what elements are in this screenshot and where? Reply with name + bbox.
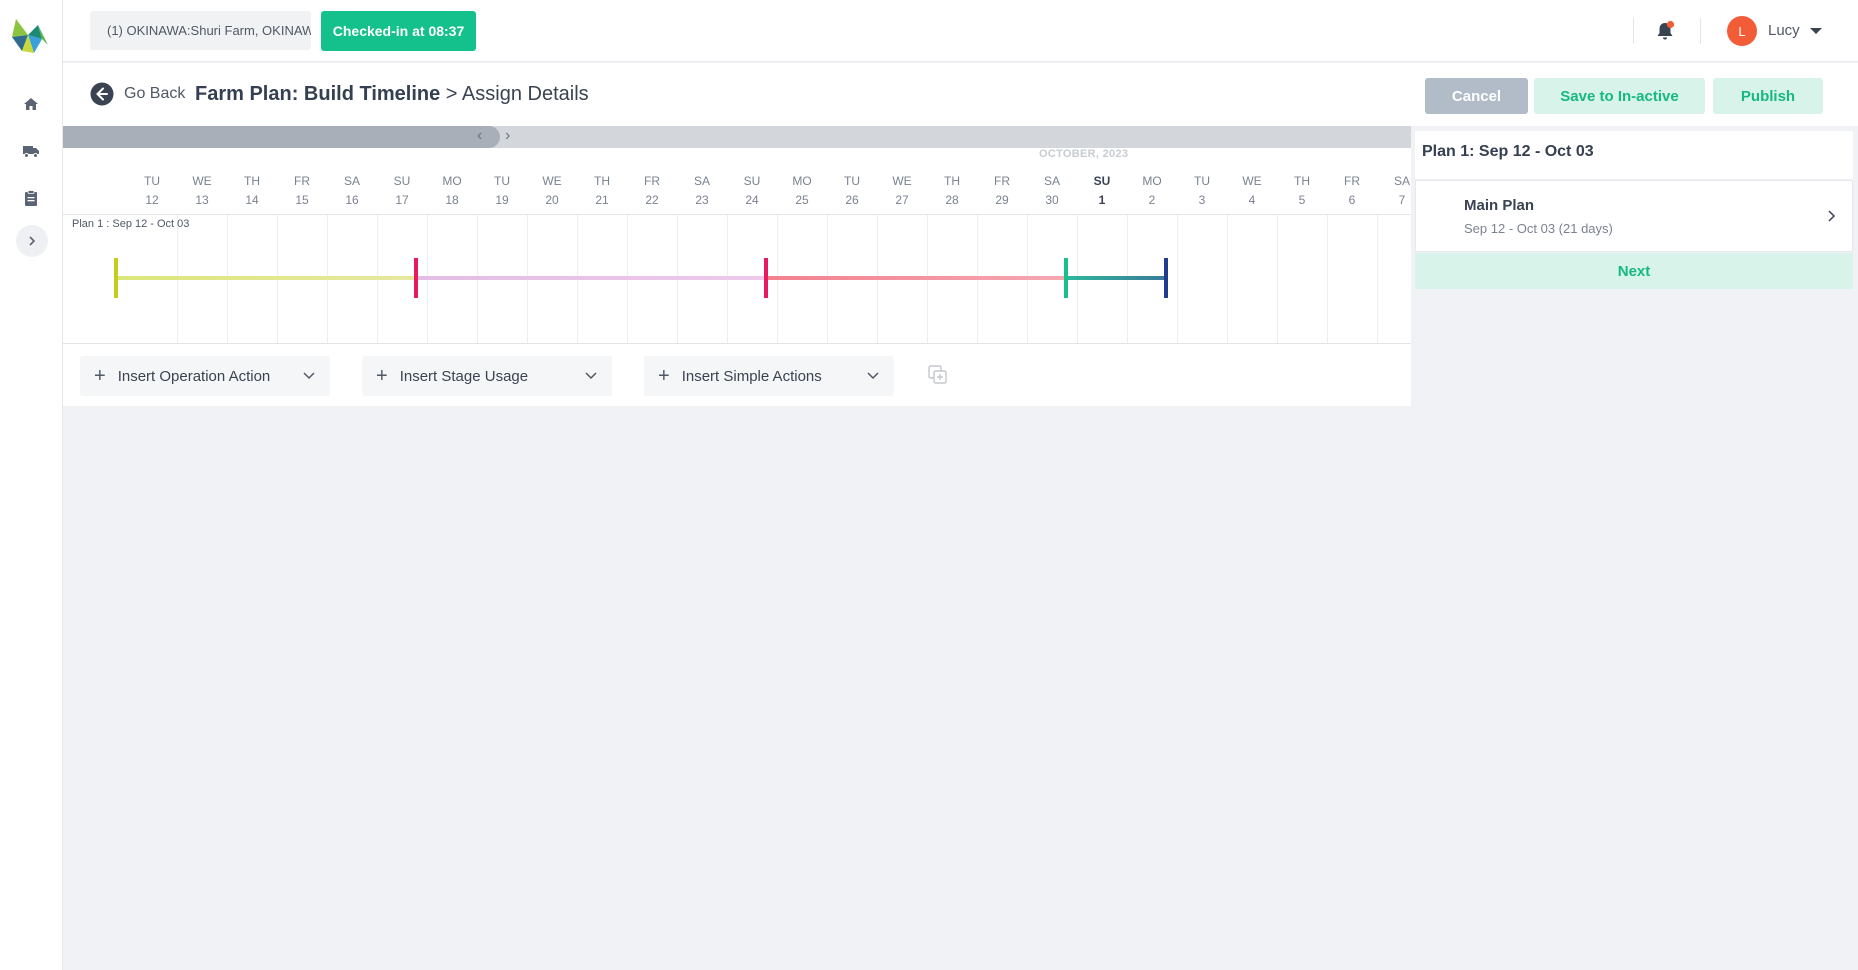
chevron-down-icon (867, 372, 879, 380)
user-name[interactable]: Lucy (1768, 22, 1800, 39)
page-title-sub: > Assign Details (440, 83, 589, 105)
insert-operation-action-label: Insert Operation Action (117, 367, 271, 385)
app-logo[interactable] (8, 15, 50, 57)
stage-start-marker[interactable] (1064, 258, 1068, 298)
chevron-right-icon (1828, 210, 1836, 222)
page-title: Farm Plan: Build Timeline > Assign Detai… (195, 83, 589, 106)
insert-simple-actions-label: Insert Simple Actions (681, 367, 822, 385)
plus-icon: + (658, 365, 670, 387)
plus-icon: + (94, 365, 106, 387)
horizontal-scrollbar[interactable] (63, 406, 1411, 408)
sidebar-expand-button[interactable] (16, 225, 48, 257)
left-sidebar (0, 0, 63, 970)
insert-simple-actions-button[interactable]: + Insert Simple Actions (644, 356, 894, 396)
top-header: (1) OKINAWA:Shuri Farm, OKINAWA Checked-… (63, 0, 1858, 62)
timeline-panel: ‹ › OCTOBER, 2023 TU 12 WE 13 TH 14 FR 15 SA 16 SU… (63, 126, 1411, 408)
main-plan-dates: Sep 12 - Oct 03 (21 days) (1464, 221, 1613, 236)
plus-icon: + (376, 365, 388, 387)
page-title-main: Farm Plan: Build Timeline (195, 83, 441, 105)
plan-title-box: Plan 1: Sep 12 - Oct 03 (1415, 131, 1853, 179)
timeline-separator (63, 343, 1411, 344)
chevron-down-icon (585, 372, 597, 380)
stage-end-marker[interactable] (1164, 258, 1168, 298)
cancel-button[interactable]: Cancel (1425, 78, 1528, 114)
truck-icon[interactable] (19, 139, 43, 163)
plan-title: Plan 1: Sep 12 - Oct 03 (1422, 143, 1594, 160)
go-back-link[interactable]: Go Back (124, 85, 185, 103)
timeline-bars (114, 258, 1168, 298)
next-button[interactable]: Next (1415, 253, 1853, 289)
stage-start-marker[interactable] (414, 258, 418, 298)
stage-segment[interactable] (766, 276, 1066, 280)
stage-segment[interactable] (416, 276, 766, 280)
home-icon[interactable] (19, 92, 43, 116)
chevron-right-icon (29, 236, 36, 246)
notification-bell-icon[interactable] (1652, 18, 1678, 44)
checkin-button[interactable]: Checked-in at 08:37 (321, 11, 476, 51)
clipboard-icon[interactable] (19, 186, 43, 210)
page-subheader: Go Back Farm Plan: Build Timeline > Assi… (63, 63, 1858, 126)
chevron-down-icon (303, 372, 315, 380)
header-divider (1633, 18, 1634, 44)
insert-stage-usage-button[interactable]: + Insert Stage Usage (362, 356, 612, 396)
plan-details-panel: Plan 1: Sep 12 - Oct 03 Main Plan Sep 12… (1415, 131, 1853, 289)
insert-stage-usage-label: Insert Stage Usage (399, 367, 529, 385)
copy-icon[interactable] (927, 364, 949, 386)
location-label: (1) OKINAWA:Shuri Farm, OKINAWA (107, 23, 311, 38)
stage-start-marker[interactable] (764, 258, 768, 298)
header-divider (1700, 18, 1701, 44)
stage-segment[interactable] (1066, 276, 1166, 280)
user-avatar[interactable]: L (1727, 16, 1757, 46)
insert-operation-action-button[interactable]: + Insert Operation Action (80, 356, 330, 396)
arrow-left-circle-icon[interactable] (90, 82, 114, 106)
main-plan-title: Main Plan (1464, 197, 1535, 214)
publish-button[interactable]: Publish (1713, 78, 1823, 114)
caret-down-icon[interactable] (1809, 24, 1823, 38)
location-selector[interactable]: (1) OKINAWA:Shuri Farm, OKINAWA (90, 11, 311, 50)
stage-start-marker[interactable] (114, 258, 118, 298)
main-plan-card[interactable]: Main Plan Sep 12 - Oct 03 (21 days) (1415, 180, 1853, 252)
stage-segment[interactable] (116, 276, 416, 280)
save-inactive-button[interactable]: Save to In-active (1534, 78, 1705, 114)
